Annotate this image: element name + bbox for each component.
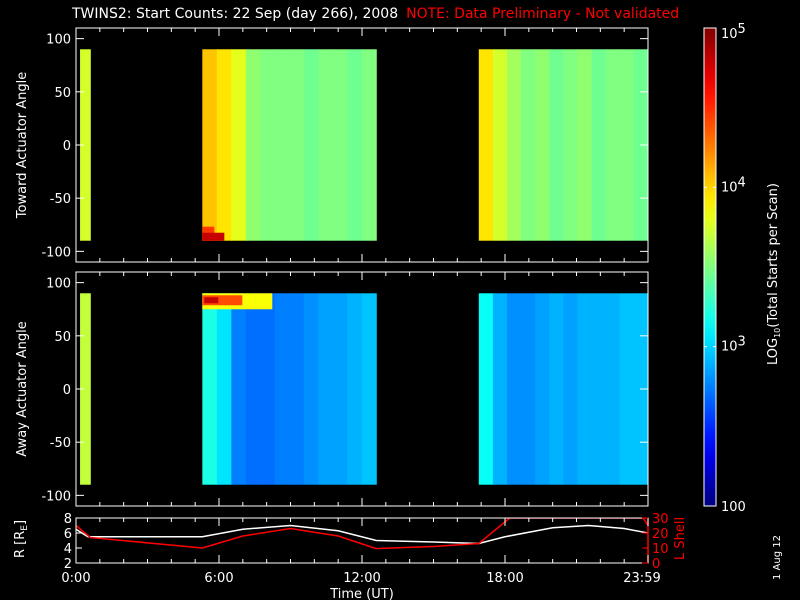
heatmap-cell [619, 49, 635, 241]
heatmap-cell [535, 49, 550, 241]
y-tick-label: -100 [41, 245, 71, 260]
heatmap-cell [605, 293, 621, 485]
heatmap-cell [619, 293, 635, 485]
heatmap-cell [347, 293, 363, 485]
y-tick-label: 0 [63, 139, 71, 154]
heatmap-cell [260, 49, 276, 241]
y-tick-label: 50 [54, 86, 71, 101]
heatmap-cell [260, 293, 276, 485]
colorbar-tick-label: 103 [721, 335, 746, 355]
y-axis-label: Toward Actuator Angle [15, 72, 30, 219]
heatmap-cell [478, 293, 494, 485]
heatmap-cell [231, 293, 247, 485]
y-tick-label: 100 [46, 277, 71, 292]
heatmap-cell [591, 49, 607, 241]
l-shell-tick-label: 20 [652, 527, 669, 542]
y-tick-label: 50 [54, 330, 71, 345]
heatmap-cell [204, 297, 219, 304]
date-stamp: 1 Aug 12 [772, 535, 783, 580]
colorbar-label-subscript: 10 [773, 328, 782, 338]
colorbar-label-rest: (Total Starts per Scan) [766, 183, 781, 328]
y-tick-label: 2 [64, 557, 72, 572]
heatmap-cell [289, 49, 305, 241]
l-shell-tick-label: 0 [652, 557, 660, 572]
l-shell-tick-label: 30 [652, 512, 669, 527]
colorbar-tick-exponent: 5 [738, 22, 746, 37]
r-axis-bracket: ] [13, 520, 28, 525]
y-tick-label: -50 [50, 192, 71, 207]
heatmap-cell [289, 293, 305, 485]
heatmap-cell [202, 232, 225, 241]
y-tick-label: 6 [64, 527, 72, 542]
r-axis-label: R [RE] [13, 520, 30, 558]
colorbar-tick-label: 105 [721, 22, 746, 42]
heatmap-cell [245, 293, 261, 485]
heatmap-cell [535, 293, 550, 485]
x-tick-label: 18:00 [486, 571, 523, 586]
heatmap-cell [202, 49, 218, 241]
heatmap-cell [605, 49, 621, 241]
heatmap-cell [303, 49, 319, 241]
heatmap-cell [347, 49, 363, 241]
colorbar-label: LOG10(Total Starts per Scan) [766, 183, 782, 365]
y-tick-label: 4 [64, 542, 72, 557]
heatmap-cell [577, 49, 593, 241]
heatmap-cell [506, 49, 522, 241]
x-axis-label: Time (UT) [329, 587, 394, 600]
heatmap-cell [521, 293, 536, 485]
heatmap-cell [216, 293, 232, 485]
colorbar-tick-label: 104 [721, 175, 746, 195]
heatmap-cell [506, 293, 522, 485]
colorbar-tick-exponent: 3 [738, 335, 746, 350]
l-shell-axis-label: L Shell [673, 517, 688, 560]
heatmap-cell [231, 49, 247, 241]
heatmap-cell [318, 49, 334, 241]
y-tick-label: 100 [46, 33, 71, 48]
heatmap-cell [361, 49, 377, 241]
heatmap-cell [332, 293, 348, 485]
y-tick-label: -100 [41, 489, 71, 504]
x-tick-label: 12:00 [343, 571, 380, 586]
heatmap-cell [332, 49, 348, 241]
heatmap-cell [549, 49, 564, 241]
colorbar-tick-exponent: 4 [738, 175, 746, 190]
heatmap-cell [303, 293, 319, 485]
r-distance-line [76, 524, 648, 545]
heatmap-cell [245, 49, 261, 241]
y-tick-label: 0 [63, 383, 71, 398]
heatmap-cell [521, 49, 536, 241]
heatmap-cell [216, 49, 232, 241]
x-tick-label: 6:00 [204, 571, 233, 586]
heatmap-cell [274, 49, 290, 241]
heatmap-cell [318, 293, 334, 485]
colorbar-tick-label: 100 [721, 500, 746, 515]
heatmap-cell [478, 49, 494, 241]
l-shell-tick-label: 10 [652, 542, 669, 557]
heatmap-cell [563, 49, 578, 241]
heatmap-cell [492, 49, 508, 241]
heatmap-cell [563, 293, 578, 485]
heatmap-cell [577, 293, 593, 485]
colorbar [703, 27, 717, 507]
heatmap-cell [202, 293, 218, 485]
heatmap-cell [492, 293, 508, 485]
x-tick-label: 0:00 [61, 571, 90, 586]
y-axis-label: Away Actuator Angle [15, 321, 30, 456]
heatmap-cell [274, 293, 290, 485]
y-tick-label: -50 [50, 436, 71, 451]
heatmap-cell [549, 293, 564, 485]
plot-canvas: 100500-50-100Toward Actuator Angle100500… [13, 22, 782, 600]
y-tick-label: 8 [64, 512, 72, 527]
x-tick-label: 23:59 [623, 571, 660, 586]
heatmap-cell [361, 293, 377, 485]
heatmap-cell [591, 293, 607, 485]
